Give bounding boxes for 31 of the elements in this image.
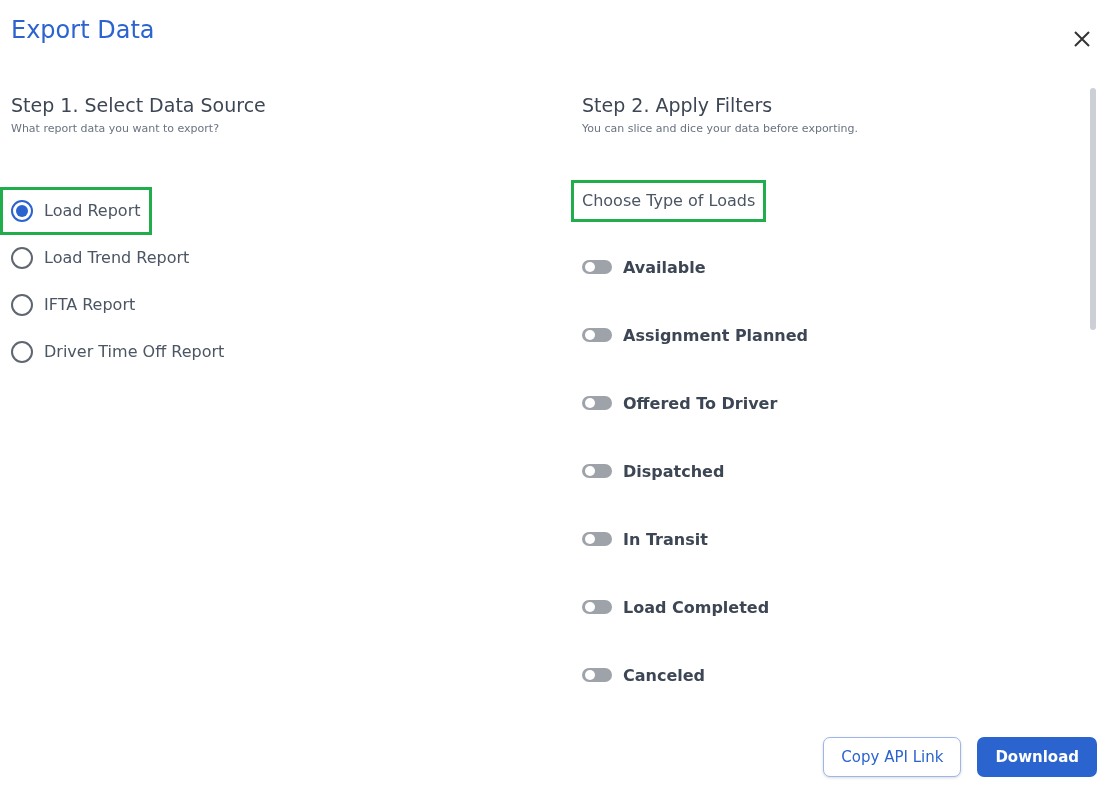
radio-option[interactable]: Load Trend Report [0,234,201,283]
toggle-label: Dispatched [623,461,725,484]
toggle-switch[interactable] [582,396,612,411]
step-subtitle: What report data you want to export? [11,120,220,137]
step-heading: Step 2. Apply Filters [582,94,774,117]
toggle-switch[interactable] [582,464,612,479]
toggle-switch[interactable] [582,600,612,615]
radio-option[interactable]: IFTA Report [0,281,147,330]
radio-button[interactable] [11,200,33,223]
scrollbar[interactable] [1090,88,1096,330]
toggle-label: In Transit [623,529,708,552]
toggle-label: Assignment Planned [623,325,808,348]
filter-group-label: Choose Type of Loads [571,180,767,223]
toggle-label: Available [623,257,706,280]
radio-button[interactable] [11,294,33,317]
step-heading: Step 1. Select Data Source [11,94,267,117]
radio-button[interactable] [11,247,33,270]
toggle-switch[interactable] [582,532,612,547]
toggle-switch[interactable] [582,668,612,683]
radio-option[interactable]: Driver Time Off Report [0,328,236,377]
dialog-title: Export Data [11,16,155,45]
copy-api-link-button[interactable]: Copy API Link [823,736,962,777]
radio-button[interactable] [11,341,33,364]
step-subtitle: You can slice and dice your data before exporting. [582,120,859,137]
toggle-label: Load Completed [623,597,770,620]
toggle-switch[interactable] [582,260,612,275]
toggle-label: Offered To Driver [623,393,778,416]
toggle-switch[interactable] [582,328,612,343]
toggle-label: Canceled [623,665,706,688]
radio-option[interactable]: Load Report [0,187,152,236]
download-button[interactable]: Download [977,736,1097,777]
